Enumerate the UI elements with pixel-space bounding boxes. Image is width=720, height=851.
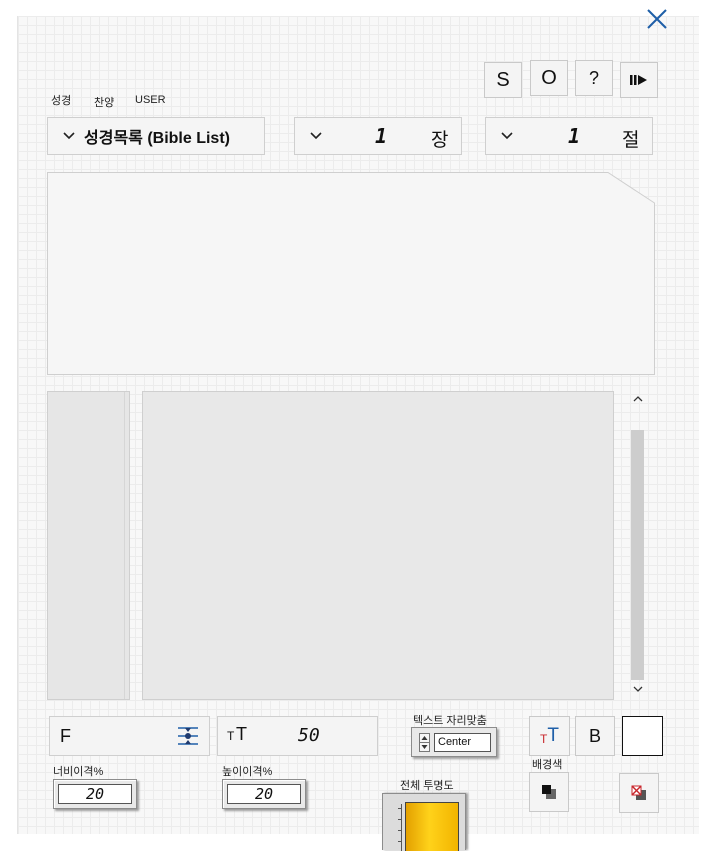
verse-unit: 절 xyxy=(622,130,640,151)
close-icon[interactable] xyxy=(644,6,670,32)
width-spacing-control[interactable]: 20 xyxy=(53,779,137,809)
play-pause-button[interactable] xyxy=(620,62,658,98)
height-spacing-label: 높이이격% xyxy=(222,766,273,778)
chapter-unit: 장 xyxy=(431,130,449,151)
help-button[interactable]: ? xyxy=(575,60,613,96)
tab-user[interactable]: USER xyxy=(135,94,166,106)
o-button[interactable]: O xyxy=(530,60,568,96)
tab-praise[interactable]: 찬양 xyxy=(94,94,114,110)
scrollbar-thumb[interactable] xyxy=(631,430,644,680)
chevron-down-icon xyxy=(63,132,75,140)
width-spacing-value[interactable]: 20 xyxy=(58,784,132,804)
verse-text-area[interactable] xyxy=(47,172,655,375)
font-size-icon-large: T xyxy=(236,724,247,744)
chapter-dropdown[interactable]: 1 장 xyxy=(294,117,462,155)
chapter-value: 1 xyxy=(375,124,388,148)
height-spacing-value[interactable]: 20 xyxy=(227,784,301,804)
font-label: F xyxy=(60,726,71,746)
text-align-label: 텍스트 자리맞춤 xyxy=(413,715,487,727)
font-selector[interactable]: F xyxy=(49,716,210,756)
scroll-down-arrow[interactable] xyxy=(633,684,643,696)
book-list-dropdown[interactable]: 성경목록 (Bible List) xyxy=(47,117,265,155)
font-settings-icon[interactable] xyxy=(176,725,200,747)
chevron-down-icon xyxy=(501,132,513,140)
font-size-control[interactable]: T T 50 xyxy=(217,716,378,756)
play-pause-icon xyxy=(630,75,647,85)
text-color-icon-large: T xyxy=(547,725,559,746)
o-button-label: O xyxy=(541,66,557,89)
color-swatch[interactable] xyxy=(622,716,663,756)
text-align-spinner[interactable] xyxy=(419,733,430,752)
text-color-icon-small: T xyxy=(540,732,548,746)
no-color-icon xyxy=(631,785,646,800)
bold-button[interactable]: B xyxy=(575,716,615,756)
bold-label: B xyxy=(588,725,601,746)
height-spacing-control[interactable]: 20 xyxy=(222,779,306,809)
tab-bible[interactable]: 성경 xyxy=(51,92,71,108)
chevron-down-icon xyxy=(310,132,322,140)
swap-colors-icon xyxy=(542,785,556,799)
verse-value: 1 xyxy=(568,124,581,148)
clear-background-button[interactable] xyxy=(619,773,659,813)
verse-number-list[interactable] xyxy=(47,391,130,700)
opacity-label: 전체 투명도 xyxy=(400,780,454,792)
scroll-up-arrow[interactable] xyxy=(633,394,643,406)
background-color-label: 배경색 xyxy=(532,759,563,771)
verse-list-panel[interactable] xyxy=(142,391,614,700)
width-spacing-label: 너비이격% xyxy=(53,766,104,778)
opacity-slider[interactable] xyxy=(382,793,466,851)
help-button-label: ? xyxy=(588,67,599,88)
text-align-value: Center xyxy=(434,733,491,752)
background-color-button[interactable] xyxy=(529,772,569,812)
text-align-control[interactable]: Center xyxy=(411,727,497,757)
font-size-icon-small: T xyxy=(227,729,235,743)
s-button-label: S xyxy=(496,68,510,91)
opacity-fill xyxy=(405,802,459,851)
s-button[interactable]: S xyxy=(484,62,522,98)
font-size-value: 50 xyxy=(298,725,320,746)
text-color-button[interactable]: TT xyxy=(529,716,570,756)
book-list-label: 성경목록 (Bible List) xyxy=(84,130,230,147)
verse-dropdown[interactable]: 1 절 xyxy=(485,117,653,155)
